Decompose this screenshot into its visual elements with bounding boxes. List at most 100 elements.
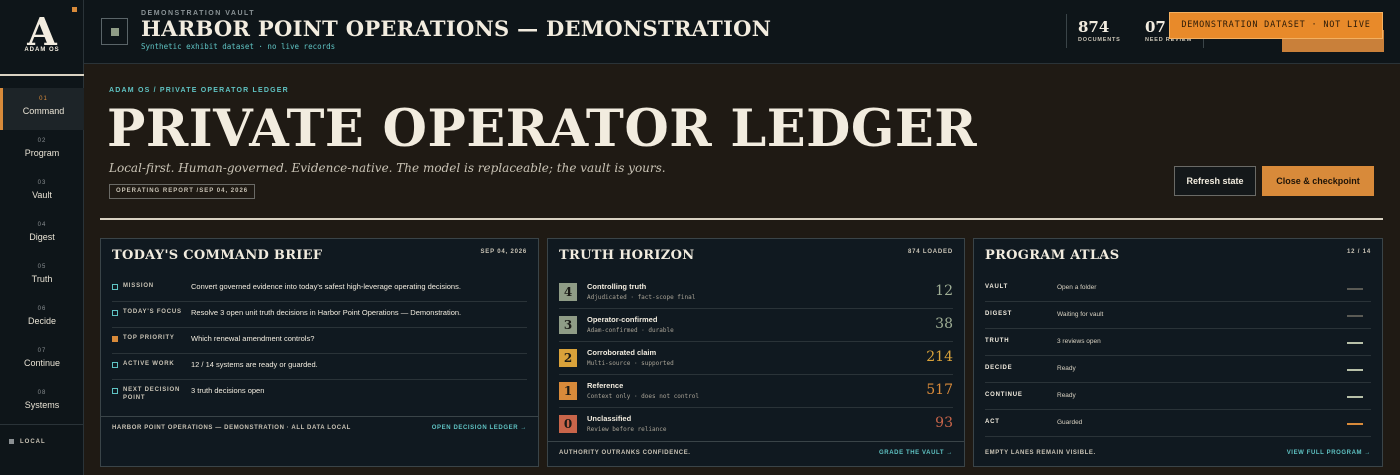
tier-badge: 2: [559, 349, 577, 367]
panel-title: TODAY'S COMMAND BRIEF: [112, 248, 323, 263]
grade-the-vault-link[interactable]: GRADE THE VAULT →: [879, 450, 953, 456]
report-badge: OPERATING REPORT /SEP 04, 2026: [109, 184, 256, 199]
tier-name: Controlling truth: [587, 282, 647, 291]
panel-meta: 12 / 14: [1347, 249, 1371, 255]
brief-text: 12 / 14 systems are ready or guarded.: [191, 360, 318, 369]
demo-banner: DEMONSTRATION DATASET · NOT LIVE: [1169, 12, 1383, 39]
nav-label: Program: [24, 148, 60, 158]
atlas-row[interactable]: VAULT Open a folder: [985, 275, 1371, 302]
atlas-row[interactable]: ACT Guarded: [985, 410, 1371, 437]
atlas-row[interactable]: TRUTH 3 reviews open: [985, 329, 1371, 356]
tier-count: 38: [935, 316, 953, 332]
nav-number: 01: [39, 96, 48, 102]
square-icon: [112, 388, 118, 394]
square-icon: [112, 284, 118, 290]
lane-indicator: [1347, 288, 1363, 290]
atlas-row[interactable]: CONTINUE Ready: [985, 383, 1371, 410]
truth-row[interactable]: 4 Controlling truth Adjudicated · fact-sco…: [559, 276, 953, 309]
nav-label: Command: [22, 106, 65, 116]
truth-horizon-panel: TRUTH HORIZON 874 LOADED 4 Controlling tr…: [547, 238, 965, 467]
divider: [100, 218, 1383, 220]
brief-label: MISSION: [123, 283, 154, 289]
open-decision-ledger-link[interactable]: OPEN DECISION LEDGER →: [432, 425, 527, 431]
lane-indicator: [1347, 315, 1363, 317]
tier-description: Context only · does not control: [587, 393, 699, 400]
breadcrumb: ADAM OS / PRIVATE OPERATOR LEDGER: [109, 87, 289, 94]
lane-key: ACT: [985, 419, 1000, 425]
view-full-program-link[interactable]: VIEW FULL PROGRAM →: [1287, 450, 1371, 456]
lane-key: VAULT: [985, 284, 1009, 290]
priority-square-icon: [112, 336, 118, 342]
tier-badge: 0: [559, 415, 577, 433]
nav-label: Systems: [24, 400, 60, 410]
sidebar-item-command[interactable]: 01 Command: [0, 88, 84, 130]
lane-key: DIGEST: [985, 311, 1013, 317]
tier-count: 12: [935, 283, 953, 299]
tier-name: Corroborated claim: [587, 348, 657, 357]
lane-status: Waiting for vault: [1057, 311, 1104, 318]
stat-documents: 874 DOCUMENTS: [1078, 18, 1121, 43]
lane-indicator: [1347, 369, 1363, 371]
lane-status: Guarded: [1057, 419, 1083, 426]
truth-row[interactable]: 1 Reference Context only · does not contro…: [559, 375, 953, 408]
nav-number: 04: [37, 222, 47, 228]
sidebar-item-continue[interactable]: 07 Continue: [0, 340, 84, 382]
footer-note: HARBOR POINT OPERATIONS — DEMONSTRATION …: [112, 425, 351, 431]
nav-label: Digest: [29, 232, 55, 242]
nav-number: 08: [37, 390, 47, 396]
lane-key: CONTINUE: [985, 392, 1023, 398]
brief-row-focus: TODAY'S FOCUS Resolve 3 open unit truth …: [112, 302, 527, 328]
brief-label: NEXT DECISION POINT: [123, 387, 181, 401]
tier-description: Adjudicated · fact-scope final: [587, 294, 696, 301]
vault-square-icon[interactable]: [101, 18, 128, 45]
brief-text: Convert governed evidence into today's s…: [191, 282, 461, 291]
tier-name: Unclassified: [587, 414, 632, 423]
atlas-row[interactable]: DIGEST Waiting for vault: [985, 302, 1371, 329]
panel-title: TRUTH HORIZON: [559, 248, 695, 263]
sidebar-item-digest[interactable]: 04 Digest: [0, 214, 84, 256]
brief-label: TOP PRIORITY: [123, 335, 175, 341]
stat-label: DOCUMENTS: [1078, 37, 1121, 43]
logo[interactable]: A ADAM OS: [0, 0, 84, 76]
close-checkpoint-button[interactable]: Close & checkpoint: [1262, 166, 1374, 196]
brief-label: TODAY'S FOCUS: [123, 309, 182, 315]
tier-description: Review before reliance: [587, 426, 667, 433]
nav-label: Vault: [32, 190, 52, 200]
truth-row[interactable]: 0 Unclassified Review before reliance 93: [559, 408, 953, 441]
brief-label: ACTIVE WORK: [123, 361, 175, 367]
sidebar: A ADAM OS 01 Command 02 Program 03 Vault…: [0, 0, 84, 475]
nav-label: Decide: [27, 316, 56, 326]
refresh-state-button[interactable]: Refresh state: [1174, 166, 1256, 196]
vault-title: HARBOR POINT OPERATIONS — DEMONSTRATION: [141, 16, 772, 41]
nav-label: Truth: [31, 274, 53, 284]
atlas-row[interactable]: DECIDE Ready: [985, 356, 1371, 383]
tier-badge: 1: [559, 382, 577, 400]
nav-label: Continue: [23, 358, 61, 368]
truth-row[interactable]: 2 Corroborated claim Multi-source · suppor…: [559, 342, 953, 375]
brief-text: 3 truth decisions open: [191, 386, 265, 395]
sidebar-item-systems[interactable]: 08 Systems: [0, 382, 84, 424]
sidebar-item-program[interactable]: 02 Program: [0, 130, 84, 172]
tier-count: 517: [926, 382, 953, 398]
brief-row-mission: MISSION Convert governed evidence into t…: [112, 276, 527, 302]
sidebar-nav: 01 Command 02 Program 03 Vault 04 Digest…: [0, 88, 84, 424]
vault-subtitle: Synthetic exhibit dataset · no live reco…: [141, 42, 336, 51]
sidebar-item-vault[interactable]: 03 Vault: [0, 172, 84, 214]
panel-footer: HARBOR POINT OPERATIONS — DEMONSTRATION …: [101, 416, 538, 441]
page-tagline: Local-first. Human-governed. Evidence-na…: [109, 161, 666, 175]
lane-status: Ready: [1057, 365, 1076, 372]
lane-indicator: [1347, 342, 1363, 344]
tier-name: Reference: [587, 381, 624, 390]
page-title: PRIVATE OPERATOR LEDGER: [107, 99, 978, 159]
sidebar-item-decide[interactable]: 06 Decide: [0, 298, 84, 340]
sidebar-item-truth[interactable]: 05 Truth: [0, 256, 84, 298]
tier-badge: 4: [559, 283, 577, 301]
brief-row-next-decision: NEXT DECISION POINT 3 truth decisions op…: [112, 380, 527, 406]
truth-row[interactable]: 3 Operator-confirmed Adam-confirmed · dura…: [559, 309, 953, 342]
program-atlas-panel: PROGRAM ATLAS 12 / 14 VAULT Open a folder…: [973, 238, 1383, 467]
panel-date: SEP 04, 2026: [480, 249, 527, 255]
lane-status: Ready: [1057, 392, 1076, 399]
local-status-label: LOCAL: [20, 439, 46, 446]
lane-indicator: [1347, 423, 1363, 425]
logo-name: ADAM OS: [24, 47, 60, 53]
